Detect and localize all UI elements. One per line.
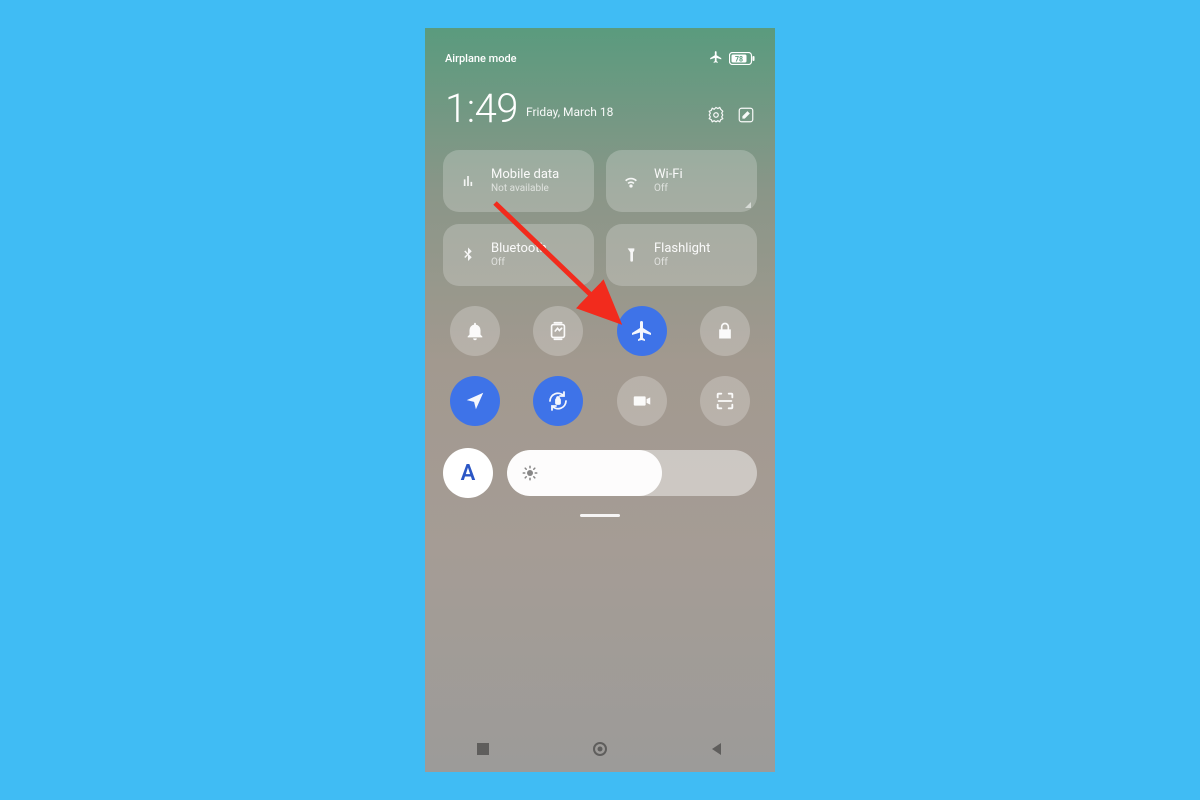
- clock-date: Friday, March 18: [526, 105, 613, 119]
- scan-icon: [714, 390, 736, 412]
- wifi-title: Wi-Fi: [654, 168, 683, 183]
- battery-icon: 78: [729, 52, 755, 65]
- scanner-toggle[interactable]: [700, 376, 750, 426]
- airplane-icon: [630, 319, 654, 343]
- notifications-toggle[interactable]: [450, 306, 500, 356]
- brightness-row: A: [425, 426, 775, 498]
- navigation-bar: [425, 726, 775, 772]
- wifi-icon: [620, 171, 642, 191]
- brightness-slider[interactable]: [507, 450, 757, 496]
- quick-tiles: Mobile data Not available Wi-Fi Off Blue…: [425, 132, 775, 286]
- svg-text:78: 78: [735, 56, 743, 64]
- mobile-data-title: Mobile data: [491, 168, 559, 183]
- airplane-mode-toggle[interactable]: [617, 306, 667, 356]
- nav-home-button[interactable]: [591, 740, 609, 758]
- flashlight-icon: [620, 245, 642, 265]
- bell-icon: [464, 320, 486, 342]
- mobile-data-icon: [457, 171, 479, 191]
- bluetooth-title: Bluetooth: [491, 242, 547, 257]
- location-arrow-icon: [464, 390, 486, 412]
- airplane-status-icon: [709, 50, 723, 67]
- screenrecord-toggle[interactable]: [617, 376, 667, 426]
- flashlight-title: Flashlight: [654, 242, 710, 257]
- auto-brightness-toggle[interactable]: A: [443, 448, 493, 498]
- rotate-lock-icon: [546, 389, 570, 413]
- nav-recents-button[interactable]: [474, 740, 492, 758]
- flashlight-sub: Off: [654, 257, 710, 269]
- status-mode-label: Airplane mode: [445, 52, 517, 65]
- settings-icon[interactable]: [707, 106, 725, 128]
- mobile-data-sub: Not available: [491, 183, 559, 195]
- video-camera-icon: [631, 390, 653, 412]
- header-row: 1:49 Friday, March 18: [425, 67, 775, 132]
- auto-brightness-label: A: [461, 461, 476, 486]
- bluetooth-icon: [457, 245, 479, 265]
- wifi-sub: Off: [654, 183, 683, 195]
- brightness-icon: [521, 464, 539, 482]
- toggle-grid: [425, 286, 775, 426]
- mobile-data-tile[interactable]: Mobile data Not available: [443, 150, 594, 212]
- lock-icon: [715, 321, 735, 341]
- bluetooth-sub: Off: [491, 257, 547, 269]
- expand-corner-icon: [745, 202, 751, 208]
- edit-icon[interactable]: [737, 106, 755, 128]
- wifi-tile[interactable]: Wi-Fi Off: [606, 150, 757, 212]
- flashlight-tile[interactable]: Flashlight Off: [606, 224, 757, 286]
- lock-toggle[interactable]: [700, 306, 750, 356]
- screenshot-toggle[interactable]: [533, 306, 583, 356]
- status-bar: Airplane mode 78: [425, 28, 775, 67]
- nav-back-button[interactable]: [708, 740, 726, 758]
- bluetooth-tile[interactable]: Bluetooth Off: [443, 224, 594, 286]
- clock-time: 1:49: [445, 85, 518, 132]
- location-toggle[interactable]: [450, 376, 500, 426]
- phone-screen: Airplane mode 78 1:49 Friday, March 18: [425, 28, 775, 772]
- panel-drag-handle[interactable]: [580, 514, 620, 517]
- screenshot-icon: [547, 320, 569, 342]
- autorotate-toggle[interactable]: [533, 376, 583, 426]
